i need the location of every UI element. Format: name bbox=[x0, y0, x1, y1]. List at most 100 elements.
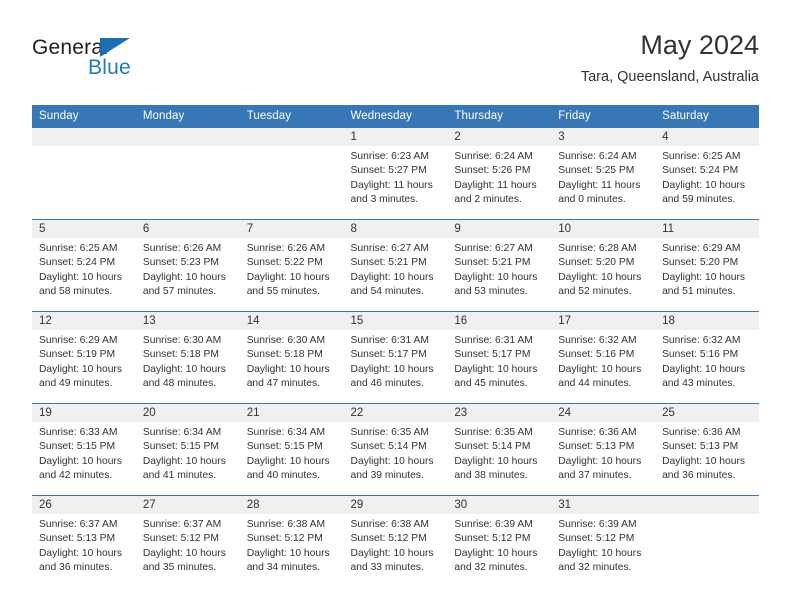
day-cell-inner: 15 Sunrise: 6:31 AM Sunset: 5:17 PM Dayligh… bbox=[343, 312, 448, 403]
calendar-day-cell[interactable]: 15 Sunrise: 6:31 AM Sunset: 5:17 PM Dayligh… bbox=[343, 311, 448, 404]
daylight-text-line1: Daylight: 11 hours bbox=[558, 179, 641, 191]
sunrise-text: Sunrise: 6:38 AM bbox=[350, 519, 429, 530]
general-blue-logo[interactable]: General Blue bbox=[32, 36, 232, 92]
triangle-icon bbox=[100, 38, 130, 57]
weekday-header-saturday: Saturday bbox=[655, 105, 759, 128]
calendar-day-cell[interactable]: 17 Sunrise: 6:32 AM Sunset: 5:16 PM Dayligh… bbox=[551, 311, 656, 404]
calendar-day-cell[interactable]: 18 Sunrise: 6:32 AM Sunset: 5:16 PM Dayligh… bbox=[655, 311, 759, 404]
calendar-day-cell[interactable]: 27 Sunrise: 6:37 AM Sunset: 5:12 PM Dayligh… bbox=[135, 495, 240, 587]
calendar-day-cell[interactable]: 11 Sunrise: 6:29 AM Sunset: 5:20 PM Dayligh… bbox=[655, 219, 759, 312]
sunset-text: Sunset: 5:15 PM bbox=[39, 441, 116, 453]
calendar-day-cell[interactable]: 2 Sunrise: 6:24 AM Sunset: 5:26 PM Daylight… bbox=[447, 128, 552, 220]
daylight-text-line1: Daylight: 10 hours bbox=[246, 455, 330, 467]
daylight-text-line2: and 42 minutes. bbox=[39, 469, 113, 481]
calendar-day-cell[interactable]: 7 Sunrise: 6:26 AM Sunset: 5:22 PM Daylight… bbox=[239, 219, 344, 312]
calendar-day-cell[interactable]: 31 Sunrise: 6:39 AM Sunset: 5:12 PM Dayligh… bbox=[551, 495, 656, 587]
daylight-text-line2: and 49 minutes. bbox=[39, 377, 113, 389]
day-number: 4 bbox=[655, 128, 759, 146]
sunrise-text: Sunrise: 6:28 AM bbox=[558, 243, 637, 254]
calendar-day-cell[interactable]: 22 Sunrise: 6:35 AM Sunset: 5:14 PM Dayligh… bbox=[343, 403, 448, 496]
day-number: 16 bbox=[447, 312, 552, 330]
day-cell-inner: 23 Sunrise: 6:35 AM Sunset: 5:14 PM Dayligh… bbox=[447, 404, 552, 495]
sunrise-text: Sunrise: 6:24 AM bbox=[454, 151, 533, 162]
calendar-day-cell[interactable]: 30 Sunrise: 6:39 AM Sunset: 5:12 PM Dayligh… bbox=[447, 495, 552, 587]
calendar-day-cell[interactable]: 12 Sunrise: 6:29 AM Sunset: 5:19 PM Dayligh… bbox=[32, 311, 136, 404]
daylight-text-line1: Daylight: 10 hours bbox=[454, 547, 538, 559]
sunset-text: Sunset: 5:18 PM bbox=[142, 349, 219, 361]
sunset-text: Sunset: 5:13 PM bbox=[558, 441, 635, 453]
day-info: Sunrise: 6:29 AM Sunset: 5:20 PM Daylight:… bbox=[655, 238, 759, 299]
calendar-day-cell[interactable]: 5 Sunrise: 6:25 AM Sunset: 5:24 PM Daylight… bbox=[32, 219, 136, 312]
calendar-day-cell[interactable]: 24 Sunrise: 6:36 AM Sunset: 5:13 PM Dayligh… bbox=[551, 403, 656, 496]
calendar-day-cell[interactable]: 16 Sunrise: 6:31 AM Sunset: 5:17 PM Dayligh… bbox=[447, 311, 552, 404]
day-number: 23 bbox=[447, 404, 552, 422]
calendar-day-cell[interactable]: 19 Sunrise: 6:33 AM Sunset: 5:15 PM Dayligh… bbox=[32, 403, 136, 496]
weekday-header-monday: Monday bbox=[135, 105, 240, 128]
day-number: 19 bbox=[32, 404, 136, 422]
sunrise-text: Sunrise: 6:36 AM bbox=[662, 427, 741, 438]
daylight-text-line2: and 52 minutes. bbox=[558, 285, 632, 297]
calendar-body: 1 Sunrise: 6:23 AM Sunset: 5:27 PM Daylight… bbox=[32, 128, 759, 587]
daylight-text-line2: and 33 minutes. bbox=[350, 561, 424, 573]
sunrise-text: Sunrise: 6:33 AM bbox=[39, 427, 118, 438]
day-cell-inner: 7 Sunrise: 6:26 AM Sunset: 5:22 PM Daylight… bbox=[239, 220, 344, 311]
sunrise-text: Sunrise: 6:24 AM bbox=[558, 151, 637, 162]
sunrise-text: Sunrise: 6:26 AM bbox=[142, 243, 222, 254]
calendar-day-cell[interactable]: 8 Sunrise: 6:27 AM Sunset: 5:21 PM Daylight… bbox=[343, 219, 448, 312]
daylight-text-line2: and 55 minutes. bbox=[246, 285, 320, 297]
day-info: Sunrise: 6:39 AM Sunset: 5:12 PM Daylight:… bbox=[447, 514, 551, 575]
day-info: Sunrise: 6:27 AM Sunset: 5:21 PM Daylight:… bbox=[447, 238, 551, 299]
daylight-text-line1: Daylight: 10 hours bbox=[662, 271, 746, 283]
calendar-day-cell-empty bbox=[135, 128, 240, 220]
daylight-text-line1: Daylight: 10 hours bbox=[39, 547, 122, 559]
weekday-header-wednesday: Wednesday bbox=[343, 105, 448, 128]
calendar-day-cell[interactable]: 10 Sunrise: 6:28 AM Sunset: 5:20 PM Dayligh… bbox=[551, 219, 656, 312]
sunrise-text: Sunrise: 6:29 AM bbox=[39, 335, 118, 346]
day-cell-inner: 30 Sunrise: 6:39 AM Sunset: 5:12 PM Dayligh… bbox=[447, 496, 552, 587]
calendar-day-cell[interactable]: 29 Sunrise: 6:38 AM Sunset: 5:12 PM Dayligh… bbox=[343, 495, 448, 587]
calendar-day-cell[interactable]: 20 Sunrise: 6:34 AM Sunset: 5:15 PM Dayligh… bbox=[135, 403, 240, 496]
day-cell-inner: 18 Sunrise: 6:32 AM Sunset: 5:16 PM Dayligh… bbox=[655, 312, 759, 403]
day-info: Sunrise: 6:28 AM Sunset: 5:20 PM Daylight:… bbox=[551, 238, 655, 299]
daylight-text-line1: Daylight: 11 hours bbox=[350, 179, 433, 191]
daylight-text-line2: and 58 minutes. bbox=[39, 285, 113, 297]
sunset-text: Sunset: 5:19 PM bbox=[39, 349, 116, 361]
calendar-day-cell[interactable]: 9 Sunrise: 6:27 AM Sunset: 5:21 PM Daylight… bbox=[447, 219, 552, 312]
calendar-day-cell[interactable]: 14 Sunrise: 6:30 AM Sunset: 5:18 PM Dayligh… bbox=[239, 311, 344, 404]
day-cell-inner: 9 Sunrise: 6:27 AM Sunset: 5:21 PM Daylight… bbox=[447, 220, 552, 311]
sunrise-text: Sunrise: 6:34 AM bbox=[246, 427, 326, 438]
calendar-day-cell-empty bbox=[239, 128, 344, 220]
calendar-day-cell[interactable]: 6 Sunrise: 6:26 AM Sunset: 5:23 PM Daylight… bbox=[135, 219, 240, 312]
daylight-text-line1: Daylight: 10 hours bbox=[39, 455, 122, 467]
daylight-text-line1: Daylight: 10 hours bbox=[558, 271, 642, 283]
sunset-text: Sunset: 5:26 PM bbox=[454, 165, 531, 177]
calendar-day-cell[interactable]: 23 Sunrise: 6:35 AM Sunset: 5:14 PM Dayligh… bbox=[447, 403, 552, 496]
calendar-day-cell[interactable]: 25 Sunrise: 6:36 AM Sunset: 5:13 PM Dayligh… bbox=[655, 403, 759, 496]
weekday-header-tuesday: Tuesday bbox=[239, 105, 344, 128]
day-cell-inner: 26 Sunrise: 6:37 AM Sunset: 5:13 PM Dayligh… bbox=[32, 496, 136, 587]
calendar-day-cell[interactable]: 26 Sunrise: 6:37 AM Sunset: 5:13 PM Dayligh… bbox=[32, 495, 136, 587]
sunset-text: Sunset: 5:12 PM bbox=[246, 533, 323, 545]
calendar-day-cell[interactable]: 1 Sunrise: 6:23 AM Sunset: 5:27 PM Daylight… bbox=[343, 128, 448, 220]
daylight-text-line2: and 40 minutes. bbox=[246, 469, 320, 481]
calendar-day-cell[interactable]: 13 Sunrise: 6:30 AM Sunset: 5:18 PM Dayligh… bbox=[135, 311, 240, 404]
day-cell-inner: 4 Sunrise: 6:25 AM Sunset: 5:24 PM Daylight… bbox=[655, 128, 759, 219]
sunset-text: Sunset: 5:17 PM bbox=[454, 349, 531, 361]
daylight-text-line1: Daylight: 10 hours bbox=[246, 547, 330, 559]
calendar-day-cell[interactable]: 4 Sunrise: 6:25 AM Sunset: 5:24 PM Daylight… bbox=[655, 128, 759, 220]
weekday-header-thursday: Thursday bbox=[447, 105, 552, 128]
calendar-day-cell[interactable]: 28 Sunrise: 6:38 AM Sunset: 5:12 PM Dayligh… bbox=[239, 495, 344, 587]
sunrise-text: Sunrise: 6:31 AM bbox=[454, 335, 533, 346]
daylight-text-line2: and 45 minutes. bbox=[454, 377, 528, 389]
day-cell-inner: 6 Sunrise: 6:26 AM Sunset: 5:23 PM Daylight… bbox=[135, 220, 240, 311]
calendar-day-cell[interactable]: 3 Sunrise: 6:24 AM Sunset: 5:25 PM Daylight… bbox=[551, 128, 656, 220]
calendar-day-cell[interactable]: 21 Sunrise: 6:34 AM Sunset: 5:15 PM Dayligh… bbox=[239, 403, 344, 496]
day-cell-inner: 3 Sunrise: 6:24 AM Sunset: 5:25 PM Daylight… bbox=[551, 128, 656, 219]
daylight-text-line2: and 54 minutes. bbox=[350, 285, 424, 297]
daylight-text-line1: Daylight: 10 hours bbox=[350, 271, 434, 283]
day-info: Sunrise: 6:31 AM Sunset: 5:17 PM Daylight:… bbox=[447, 330, 551, 391]
day-info: Sunrise: 6:26 AM Sunset: 5:23 PM Daylight:… bbox=[136, 238, 240, 299]
daylight-text-line2: and 43 minutes. bbox=[662, 377, 736, 389]
sunset-text: Sunset: 5:20 PM bbox=[662, 257, 739, 269]
day-number bbox=[32, 128, 136, 146]
